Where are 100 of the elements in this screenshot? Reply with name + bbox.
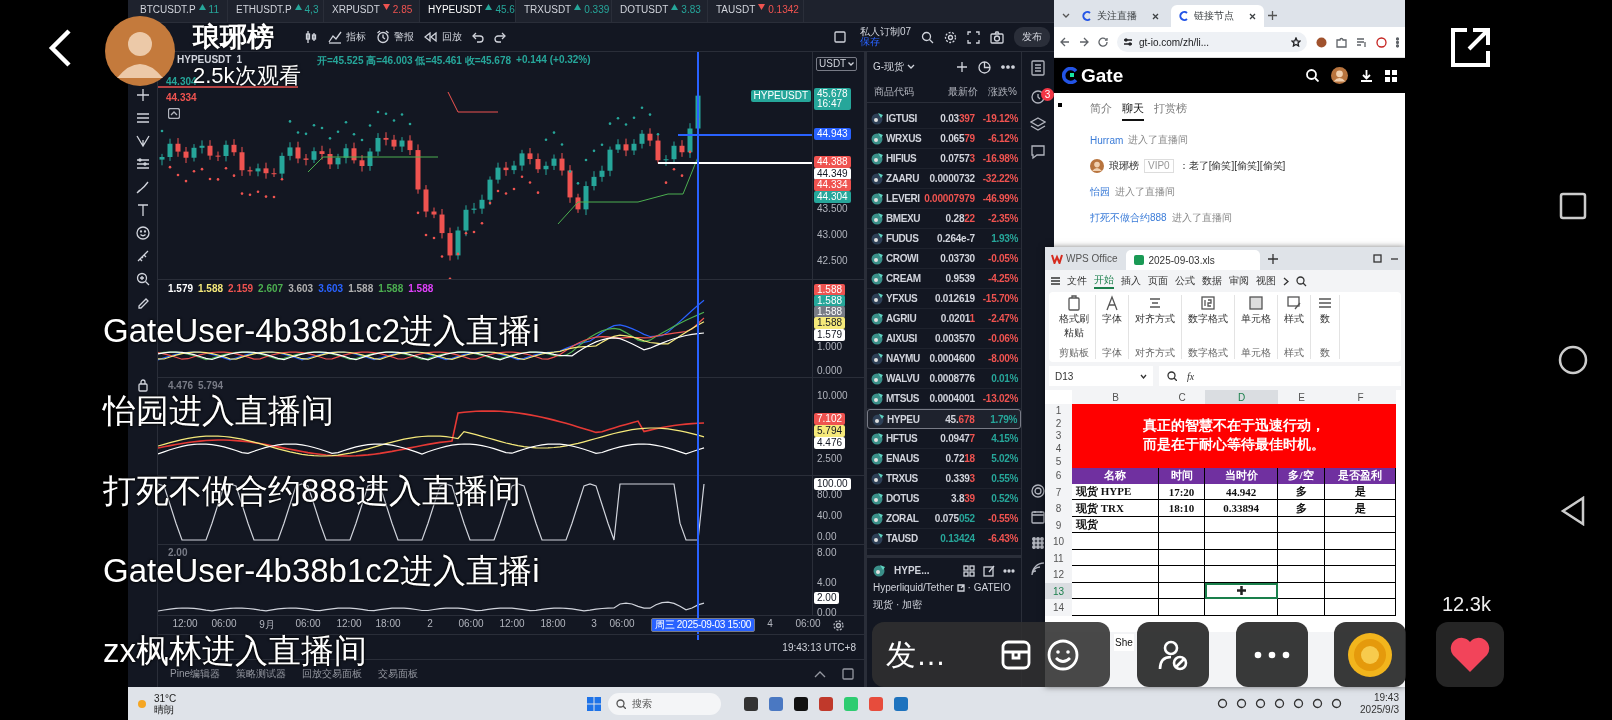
calendar-icon[interactable] (1031, 510, 1045, 524)
column-header[interactable]: E (1278, 390, 1325, 404)
watchlist-row[interactable]: HIFIUS 0.07573 -16.98% (867, 149, 1021, 169)
text-tool-icon[interactable] (135, 203, 150, 217)
watchlist-row[interactable]: FUDUS 0.264e-7 1.93% (867, 229, 1021, 249)
watchlist-row[interactable]: CROWI 0.03730 -0.05% (867, 249, 1021, 269)
pitchfork-icon[interactable] (135, 134, 150, 148)
maximize-icon[interactable] (842, 667, 854, 680)
grid-icon[interactable] (963, 564, 975, 577)
start-icon[interactable] (586, 695, 602, 712)
fullscreen-icon[interactable] (967, 30, 980, 44)
selected-cell[interactable] (1205, 583, 1278, 600)
watchlist-row[interactable]: AIXUSI 0.003570 -0.06% (867, 329, 1021, 349)
menu-tab[interactable]: 审阅 (1229, 274, 1249, 288)
undo-icon[interactable] (472, 31, 484, 43)
name-box[interactable]: D13 (1049, 366, 1153, 386)
close-icon[interactable] (1152, 12, 1159, 20)
settings-icon[interactable] (944, 30, 957, 44)
pie-chart-icon[interactable] (978, 60, 991, 74)
row-number[interactable]: 4 (1045, 442, 1072, 456)
emoji-icon[interactable] (1046, 637, 1080, 672)
column-header[interactable]: 商品代码 (871, 85, 931, 99)
publish-button[interactable]: 发布 (1014, 27, 1050, 47)
watchlist-row[interactable]: YFXUS 0.012619 -15.70% (867, 289, 1021, 309)
row-number[interactable]: 8 (1045, 500, 1072, 517)
column-header[interactable]: B (1072, 390, 1159, 404)
crosshair-icon[interactable] (135, 88, 150, 102)
like-button[interactable] (1436, 622, 1504, 687)
gift-button[interactable] (1334, 622, 1406, 687)
watchlist-row[interactable]: WRXUS 0.06579 -6.12% (867, 129, 1021, 149)
file-tab[interactable]: 2025-09-03.xls (1125, 250, 1260, 270)
watchlist-title[interactable]: G-现货 (873, 60, 905, 74)
more-icon[interactable] (1396, 36, 1399, 48)
back-nav-icon[interactable] (1560, 496, 1586, 526)
search-icon[interactable] (1296, 275, 1307, 287)
menu-tab[interactable]: 插入 (1121, 274, 1141, 288)
reload-icon[interactable] (1098, 37, 1108, 47)
redo-icon[interactable] (494, 31, 506, 43)
currency-select[interactable]: USDT (816, 57, 858, 71)
search-icon[interactable] (1306, 69, 1319, 82)
toolbar-button[interactable]: 警报 (376, 30, 414, 44)
watchlist-row[interactable]: NAYMU 0.0004600 -8.00% (867, 349, 1021, 369)
panel-tab[interactable]: Pine编辑器 (170, 666, 220, 681)
layout-name[interactable]: 私人订制07 (859, 27, 911, 37)
watchlist-row[interactable]: LEVERI 0.00007979 -46.99% (867, 189, 1021, 209)
watchlist-icon[interactable] (1030, 60, 1046, 76)
watchlist-row[interactable]: ZORAL 0.075052 -0.55% (867, 509, 1021, 529)
panel-tab[interactable]: 回放交易面板 (302, 666, 362, 681)
ribbon-button[interactable]: 数字格式 (1188, 313, 1228, 325)
target-icon[interactable] (1031, 484, 1045, 498)
browser-tab[interactable]: 链接节点 (1171, 5, 1264, 27)
forward-icon[interactable] (1079, 37, 1089, 47)
menu-tab[interactable]: 开始 (1094, 273, 1114, 289)
ribbon-button[interactable]: 字体 (1102, 313, 1122, 325)
watchlist-row[interactable]: HFTUS 0.09477 4.15% (867, 429, 1021, 449)
box-icon[interactable] (1000, 638, 1032, 671)
lines-icon[interactable] (135, 111, 150, 125)
ticker-tab[interactable]: DOTUSDT 3.83 (612, 0, 708, 22)
pair-name[interactable]: Hyperliquid/Tether (873, 582, 954, 593)
formula-bar[interactable]: fx (1159, 366, 1401, 386)
lock-icon[interactable] (135, 378, 150, 392)
section-tab[interactable]: 简介 (1090, 101, 1112, 121)
ribbon-button[interactable]: 粘贴 (1064, 327, 1084, 339)
search-field[interactable]: 搜索 (608, 692, 721, 715)
app-name[interactable]: WPS Office (1066, 253, 1118, 264)
plus-icon[interactable] (1267, 253, 1278, 264)
section-tab[interactable]: 聊天 (1122, 101, 1144, 121)
zoom-icon[interactable] (135, 272, 150, 286)
ticker-tab[interactable]: TRXUSDT 0.339 (516, 0, 612, 22)
watchlist-row[interactable]: DOTUS 3.839 0.52% (867, 489, 1021, 509)
row-number[interactable]: 5 (1045, 455, 1072, 468)
recent-apps-icon[interactable] (1559, 192, 1587, 220)
watchlist-row[interactable]: ZAARU 0.0000732 -32.22% (867, 169, 1021, 189)
browser-tab[interactable]: 关注直播 (1074, 5, 1167, 27)
more-icon[interactable] (1001, 65, 1015, 69)
menu-icon[interactable] (1051, 277, 1060, 285)
watchlist-row[interactable]: TRXUS 0.3393 0.55% (867, 469, 1021, 489)
apps-icon[interactable] (1385, 69, 1397, 82)
column-header[interactable]: C (1159, 390, 1205, 404)
toolbar-button[interactable]: 回放 (424, 30, 462, 44)
app-icon[interactable] (793, 695, 809, 712)
ribbon-button[interactable]: 样式 (1284, 313, 1304, 325)
row-number[interactable]: 1 (1045, 404, 1072, 417)
puzzle-icon[interactable] (1336, 36, 1347, 48)
watchlist-row[interactable]: HYPEU 45.678 1.79% (867, 409, 1021, 429)
address-bar[interactable]: gt-io.com/zh/li... (1117, 32, 1307, 52)
section-tab[interactable]: 打赏榜 (1154, 101, 1187, 121)
watchlist-row[interactable]: ENAUS 0.7218 5.02% (867, 449, 1021, 469)
tab-list-icon[interactable] (1062, 13, 1070, 19)
edit-icon[interactable] (983, 564, 995, 577)
menu-tab[interactable]: 文件 (1067, 274, 1087, 288)
row-number[interactable]: 14 (1045, 599, 1072, 616)
more-button[interactable] (1236, 622, 1308, 687)
ticker-tab[interactable]: HYPEUSDT 45.6 (420, 0, 516, 22)
watchlist-row[interactable]: TAUSD 0.13424 -6.43% (867, 529, 1021, 549)
ticker-tab[interactable]: ETHUSDT.P 4,3 (228, 0, 324, 22)
ruler-icon[interactable] (135, 249, 150, 263)
star-icon[interactable] (1291, 37, 1301, 47)
sheet-tab[interactable]: She (1114, 634, 1134, 652)
comment-field[interactable]: 发… (886, 637, 986, 672)
